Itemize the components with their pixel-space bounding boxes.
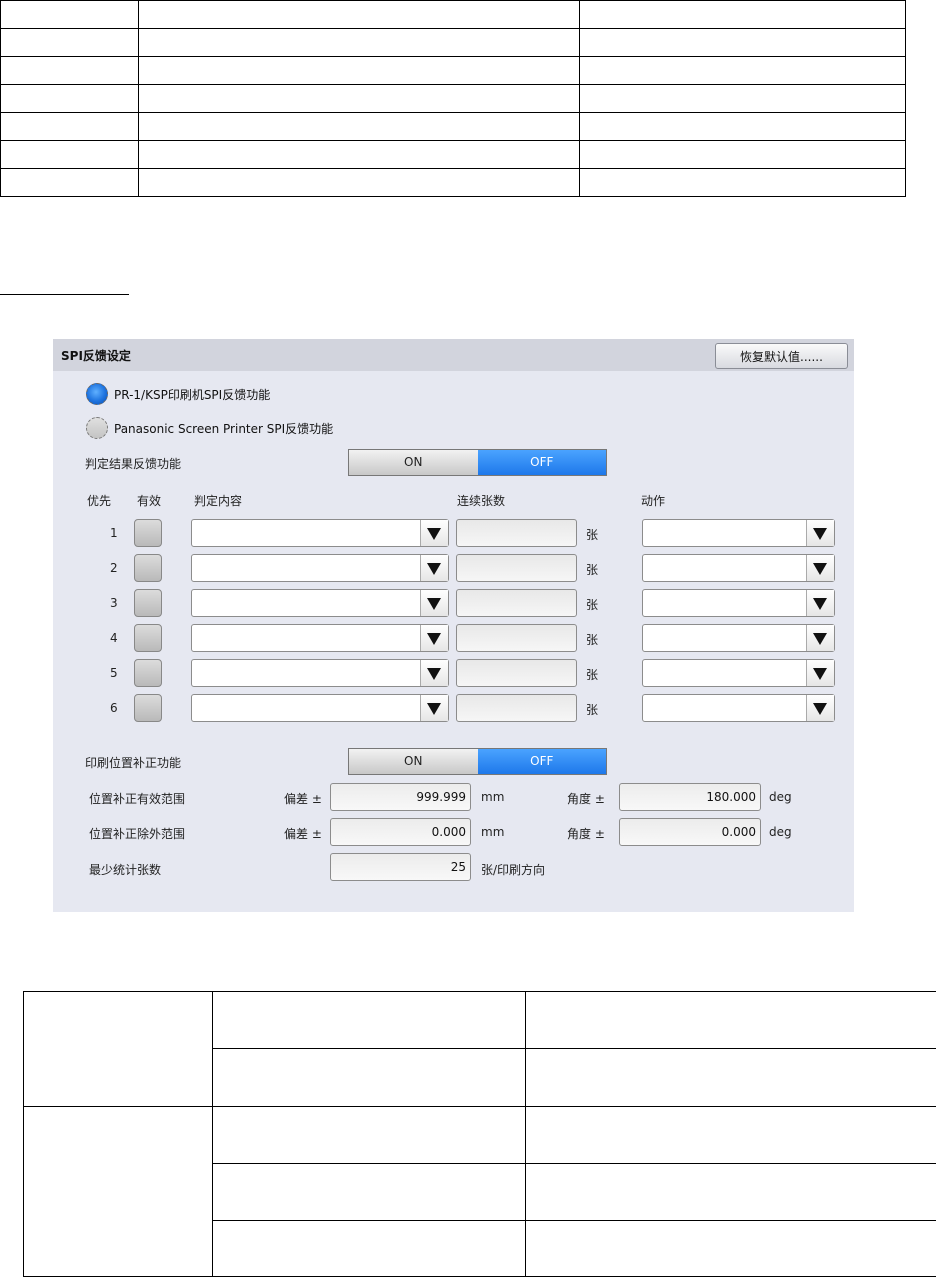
valid-range-offset-field[interactable]: 999.999 [330, 783, 471, 811]
table-row [1, 113, 906, 141]
row-unit: 张 [586, 631, 598, 648]
row-content-select[interactable] [191, 554, 449, 582]
row-content-select[interactable] [191, 624, 449, 652]
row-priority: 4 [110, 631, 118, 645]
bottom-table [23, 991, 936, 1277]
spi-feedback-panel: SPI反馈设定 恢复默认值...... PR-1/KSP印刷机SPI反馈功能 P… [53, 339, 854, 912]
row-count-input[interactable] [456, 694, 577, 722]
chevron-down-icon [806, 625, 834, 651]
row-priority: 2 [110, 561, 118, 575]
position-correction-label: 印刷位置补正功能 [85, 754, 181, 771]
excluded-range-offset-field[interactable]: 0.000 [330, 818, 471, 846]
header-content: 判定内容 [194, 492, 242, 509]
chevron-down-icon [806, 695, 834, 721]
row-content-select[interactable] [191, 589, 449, 617]
min-count-field[interactable]: 25 [330, 853, 471, 881]
row-count-input[interactable] [456, 589, 577, 617]
row-unit: 张 [586, 596, 598, 613]
row-action-select[interactable] [642, 694, 835, 722]
row-content-select[interactable] [191, 659, 449, 687]
row-valid-checkbox[interactable] [134, 659, 162, 687]
min-count-label: 最少统计张数 [89, 861, 161, 878]
row-valid-checkbox[interactable] [134, 519, 162, 547]
radio-panasonic[interactable] [86, 417, 108, 439]
excluded-range-angle-unit: deg [769, 825, 792, 839]
row-valid-checkbox[interactable] [134, 694, 162, 722]
underline-mark [0, 294, 129, 295]
row-action-select[interactable] [642, 589, 835, 617]
row-priority: 1 [110, 526, 118, 540]
table-row [1, 1, 906, 29]
panel-header: SPI反馈设定 恢复默认值...... [53, 339, 854, 371]
chevron-down-icon [806, 555, 834, 581]
valid-range-angle-label: 角度 ± [567, 790, 605, 807]
row-count-input[interactable] [456, 554, 577, 582]
row-content-select[interactable] [191, 519, 449, 547]
excluded-range-offset-unit: mm [481, 825, 504, 839]
chevron-down-icon [420, 590, 448, 616]
row-valid-checkbox[interactable] [134, 554, 162, 582]
row-unit: 张 [586, 666, 598, 683]
row-priority: 6 [110, 701, 118, 715]
header-count: 连续张数 [457, 492, 505, 509]
table-row [24, 1107, 936, 1164]
header-valid: 有效 [137, 492, 161, 509]
table-row [1, 57, 906, 85]
judgement-feedback-off[interactable]: OFF [478, 450, 607, 475]
row-unit: 张 [586, 526, 598, 543]
header-priority: 优先 [87, 492, 111, 509]
row-action-select[interactable] [642, 624, 835, 652]
chevron-down-icon [420, 520, 448, 546]
panel-title: SPI反馈设定 [61, 347, 131, 364]
row-action-select[interactable] [642, 519, 835, 547]
valid-range-angle-unit: deg [769, 790, 792, 804]
row-valid-checkbox[interactable] [134, 589, 162, 617]
valid-range-angle-field[interactable]: 180.000 [619, 783, 761, 811]
restore-defaults-button[interactable]: 恢复默认值...... [715, 343, 848, 369]
chevron-down-icon [806, 590, 834, 616]
table-row [1, 169, 906, 197]
chevron-down-icon [806, 520, 834, 546]
chevron-down-icon [806, 660, 834, 686]
valid-range-label: 位置补正有效范围 [89, 790, 185, 807]
row-action-select[interactable] [642, 554, 835, 582]
position-correction-on[interactable]: ON [349, 749, 478, 774]
chevron-down-icon [420, 660, 448, 686]
excluded-range-angle-label: 角度 ± [567, 825, 605, 842]
excluded-range-angle-field[interactable]: 0.000 [619, 818, 761, 846]
row-priority: 3 [110, 596, 118, 610]
row-content-select[interactable] [191, 694, 449, 722]
header-action: 动作 [641, 492, 665, 509]
chevron-down-icon [420, 625, 448, 651]
valid-range-offset-unit: mm [481, 790, 504, 804]
radio-pr1-ksp[interactable] [86, 383, 108, 405]
row-unit: 张 [586, 701, 598, 718]
row-count-input[interactable] [456, 519, 577, 547]
row-valid-checkbox[interactable] [134, 624, 162, 652]
judgement-feedback-on[interactable]: ON [349, 450, 478, 475]
radio-pr1-ksp-label: PR-1/KSP印刷机SPI反馈功能 [114, 386, 270, 403]
row-unit: 张 [586, 561, 598, 578]
judgement-feedback-toggle: ON OFF [348, 449, 607, 476]
chevron-down-icon [420, 555, 448, 581]
table-row [24, 992, 936, 1049]
table-row [1, 29, 906, 57]
chevron-down-icon [420, 695, 448, 721]
row-priority: 5 [110, 666, 118, 680]
excluded-range-label: 位置补正除外范围 [89, 825, 185, 842]
valid-range-offset-label: 偏差 ± [284, 790, 322, 807]
position-correction-off[interactable]: OFF [478, 749, 607, 774]
min-count-unit: 张/印刷方向 [481, 861, 545, 878]
excluded-range-offset-label: 偏差 ± [284, 825, 322, 842]
table-row [1, 85, 906, 113]
row-count-input[interactable] [456, 624, 577, 652]
table-row [1, 141, 906, 169]
position-correction-toggle: ON OFF [348, 748, 607, 775]
row-action-select[interactable] [642, 659, 835, 687]
top-table [0, 0, 906, 197]
radio-panasonic-label: Panasonic Screen Printer SPI反馈功能 [114, 420, 333, 437]
judgement-feedback-label: 判定结果反馈功能 [85, 455, 181, 472]
row-count-input[interactable] [456, 659, 577, 687]
